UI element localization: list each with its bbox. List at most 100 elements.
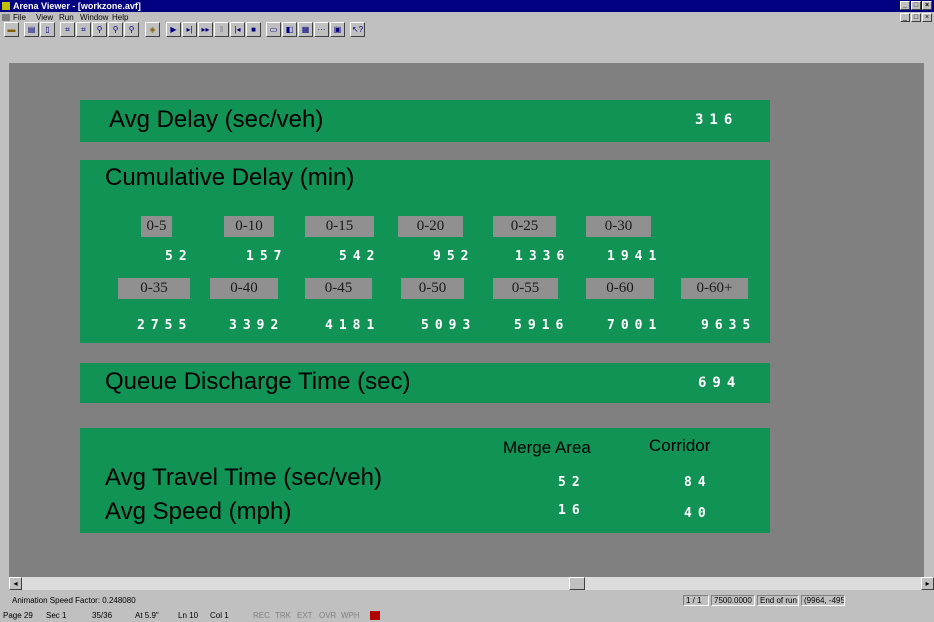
arena-app-icon[interactable]	[2, 2, 10, 10]
avg-delay-label: Avg Delay (sec/veh)	[109, 106, 324, 133]
minimize-button[interactable]: _	[900, 1, 910, 10]
scroll-thumb[interactable]	[569, 577, 585, 590]
print-icon[interactable]: ▤	[24, 22, 39, 37]
title-bar: Arena Viewer - [workzone.avf] _ □ ×	[0, 0, 934, 12]
range-box-0-60-plus: 0-60+	[681, 278, 748, 299]
document-icon[interactable]	[2, 14, 10, 21]
queue-discharge-panel: Queue Discharge Time (sec) 694	[80, 363, 770, 403]
open-icon[interactable]: ▬	[4, 22, 19, 37]
avg-travel-time-corridor: 84	[684, 475, 712, 490]
word-at: At 5.9"	[135, 611, 159, 620]
menu-bar: File View Run Window Help _ □ ×	[0, 12, 934, 23]
range-box-0-10: 0-10	[224, 216, 274, 237]
window-icon[interactable]: ▭	[266, 22, 281, 37]
sim-time-status: 7500.0000	[711, 595, 755, 606]
range-box-0-5: 0-5	[141, 216, 172, 237]
page-status: 1 / 1	[683, 595, 709, 606]
views-icon[interactable]: ▦	[298, 22, 313, 37]
trace-icon[interactable]: ···	[314, 22, 329, 37]
range-box-0-55: 0-55	[493, 278, 558, 299]
window-controls: _ □ ×	[900, 1, 932, 10]
range-box-0-35: 0-35	[118, 278, 190, 299]
range-box-0-60: 0-60	[586, 278, 654, 299]
cumulative-value-0-55: 5916	[514, 318, 570, 333]
zoom-out-icon[interactable]: ⚲	[124, 22, 139, 37]
watch-icon[interactable]: ▣	[330, 22, 345, 37]
merge-area-header: Merge Area	[503, 438, 591, 457]
layers-icon[interactable]: ◧	[282, 22, 297, 37]
avg-speed-label: Avg Speed (mph)	[105, 498, 292, 525]
range-box-0-40: 0-40	[210, 278, 278, 299]
range-box-0-20: 0-20	[398, 216, 463, 237]
avg-delay-panel: Avg Delay (sec/veh) 316	[80, 100, 770, 142]
scroll-right-icon[interactable]: ▸	[921, 577, 934, 590]
toolbar: ▬ ▤ ▯ ⌗ ⌗ ⚲ ⚲ ⚲ ◈ ▶ ▸| ▸▸ ‖ |◂ ■ ▭ ◧ ▦ ·…	[0, 22, 934, 63]
stop-icon[interactable]: ■	[246, 22, 261, 37]
zoom-all-icon[interactable]: ⌗	[76, 22, 91, 37]
word-page: Page 29	[3, 611, 33, 620]
doc-restore-button[interactable]: □	[911, 13, 921, 22]
animate-icon[interactable]: ◈	[145, 22, 160, 37]
zoom-in-icon[interactable]: ⚲	[92, 22, 107, 37]
maximize-button[interactable]: □	[911, 1, 921, 10]
word-status-bar: Page 29 Sec 1 35/36 At 5.9" Ln 10 Col 1 …	[0, 610, 934, 622]
fast-forward-icon[interactable]: ▸▸	[198, 22, 213, 37]
cumulative-value-0-40: 3392	[229, 318, 285, 333]
cumulative-value-0-10: 157	[246, 249, 288, 264]
step-icon[interactable]: ▸|	[182, 22, 197, 37]
spelling-status-icon[interactable]	[370, 611, 380, 620]
word-pages: 35/36	[92, 611, 113, 620]
cumulative-value-0-45: 4181	[325, 318, 381, 333]
mode-rec[interactable]: REC	[253, 611, 270, 621]
avg-speed-corridor: 40	[684, 506, 712, 521]
document-window-controls: _ □ ×	[900, 13, 932, 22]
print-preview-icon[interactable]: ▯	[40, 22, 55, 37]
cumulative-value-0-15: 542	[339, 249, 381, 264]
window-title: Arena Viewer - [workzone.avf]	[13, 1, 141, 11]
range-box-0-50: 0-50	[401, 278, 464, 299]
cumulative-value-0-60-plus: 9635	[701, 318, 757, 333]
range-box-0-45: 0-45	[305, 278, 372, 299]
range-box-0-25: 0-25	[493, 216, 556, 237]
animation-speed-status: Animation Speed Factor: 0.248080	[12, 596, 136, 605]
doc-minimize-button[interactable]: _	[900, 13, 910, 22]
close-button[interactable]: ×	[922, 1, 932, 10]
cumulative-value-0-25: 1336	[515, 249, 571, 264]
mode-trk[interactable]: TRK	[275, 611, 291, 621]
corridor-header: Corridor	[649, 436, 711, 455]
help-pointer-icon[interactable]: ↖?	[350, 22, 365, 37]
mode-wph[interactable]: WPH	[341, 611, 360, 621]
run-state-status: End of run	[757, 595, 799, 606]
cumulative-value-0-50: 5093	[421, 318, 477, 333]
animation-canvas[interactable]: Avg Delay (sec/veh) 316 Cumulative Delay…	[9, 63, 924, 577]
scroll-left-icon[interactable]: ◂	[9, 577, 22, 590]
horizontal-scrollbar[interactable]: ◂ ▸	[9, 577, 934, 590]
mode-ext[interactable]: EXT	[297, 611, 313, 621]
word-line: Ln 10	[178, 611, 199, 620]
word-section: Sec 1	[46, 611, 67, 620]
end-icon[interactable]: |◂	[230, 22, 245, 37]
zoom-in-icon[interactable]: ⚲	[108, 22, 123, 37]
doc-close-button[interactable]: ×	[922, 13, 932, 22]
play-icon[interactable]: ▶	[166, 22, 181, 37]
avg-speed-merge: 16	[558, 503, 586, 518]
queue-discharge-value: 694	[698, 375, 742, 391]
mode-ovr[interactable]: OVR	[319, 611, 336, 621]
pause-icon[interactable]: ‖	[214, 22, 229, 37]
fit-view-icon[interactable]: ⌗	[60, 22, 75, 37]
travel-stats-panel: Merge Area Corridor Avg Travel Time (sec…	[80, 428, 770, 533]
word-column: Col 1	[210, 611, 229, 620]
cumulative-delay-label: Cumulative Delay (min)	[105, 164, 355, 191]
avg-delay-value: 316	[695, 112, 739, 128]
range-box-0-30: 0-30	[586, 216, 651, 237]
cumulative-value-0-30: 1941	[607, 249, 663, 264]
avg-travel-time-merge: 52	[558, 475, 586, 490]
status-bar: Animation Speed Factor: 0.248080 1 / 1 7…	[0, 594, 934, 608]
avg-travel-time-label: Avg Travel Time (sec/veh)	[105, 464, 382, 491]
cumulative-value-0-20: 952	[433, 249, 475, 264]
cumulative-value-0-5: 52	[165, 249, 193, 264]
queue-discharge-label: Queue Discharge Time (sec)	[105, 368, 411, 395]
coordinates-status: (9964, -4950)	[801, 595, 845, 606]
cumulative-value-0-35: 2755	[137, 318, 193, 333]
range-box-0-15: 0-15	[305, 216, 374, 237]
